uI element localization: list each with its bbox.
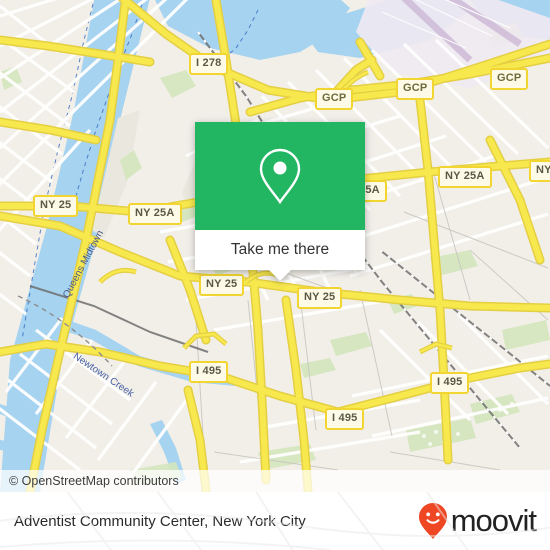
road-shield-ny25-2[interactable]: NY 25: [199, 274, 245, 296]
moovit-wordmark: moovit: [450, 503, 537, 538]
road-shield-ny25a-3[interactable]: NY 25A: [438, 166, 492, 188]
map-attribution[interactable]: © OpenStreetMap contributors: [0, 470, 550, 492]
road-shield-ny25-1[interactable]: NY 25: [33, 195, 79, 217]
footer-bar: Adventist Community Center, New York Cit…: [0, 492, 550, 550]
take-me-there-label: Take me there: [230, 241, 330, 258]
popup-header: [195, 122, 365, 230]
moovit-pin-smile-icon: [418, 503, 447, 539]
road-shield-i495-1[interactable]: I 495: [189, 361, 229, 383]
road-shield-ny25a-edge[interactable]: NY 25A: [529, 160, 550, 182]
road-shield-gcp-3[interactable]: GCP: [490, 68, 529, 90]
attribution-text: © OpenStreetMap contributors: [9, 474, 179, 488]
moovit-place-card: I 278 GCP GCP GCP NY 25A 25A NY 25A NY 2…: [0, 0, 550, 550]
road-shield-i495-2[interactable]: I 495: [430, 372, 470, 394]
map-pin-icon: [259, 148, 301, 205]
place-popup-card[interactable]: Take me there: [195, 122, 365, 281]
road-shield-gcp-1[interactable]: GCP: [315, 88, 354, 110]
popup-pointer-tail: [269, 270, 291, 281]
place-title: Adventist Community Center, New York Cit…: [14, 512, 306, 530]
road-shield-i495-3[interactable]: I 495: [325, 408, 365, 430]
road-shield-gcp-2[interactable]: GCP: [396, 78, 435, 100]
road-shield-ny25-3[interactable]: NY 25: [297, 287, 343, 309]
moovit-logo[interactable]: moovit: [418, 502, 537, 540]
popup-action-bar[interactable]: Take me there: [195, 230, 365, 270]
map-canvas[interactable]: I 278 GCP GCP GCP NY 25A 25A NY 25A NY 2…: [0, 0, 550, 492]
road-shield-ny25a-1[interactable]: NY 25A: [128, 203, 182, 225]
road-shield-i278[interactable]: I 278: [189, 53, 229, 75]
